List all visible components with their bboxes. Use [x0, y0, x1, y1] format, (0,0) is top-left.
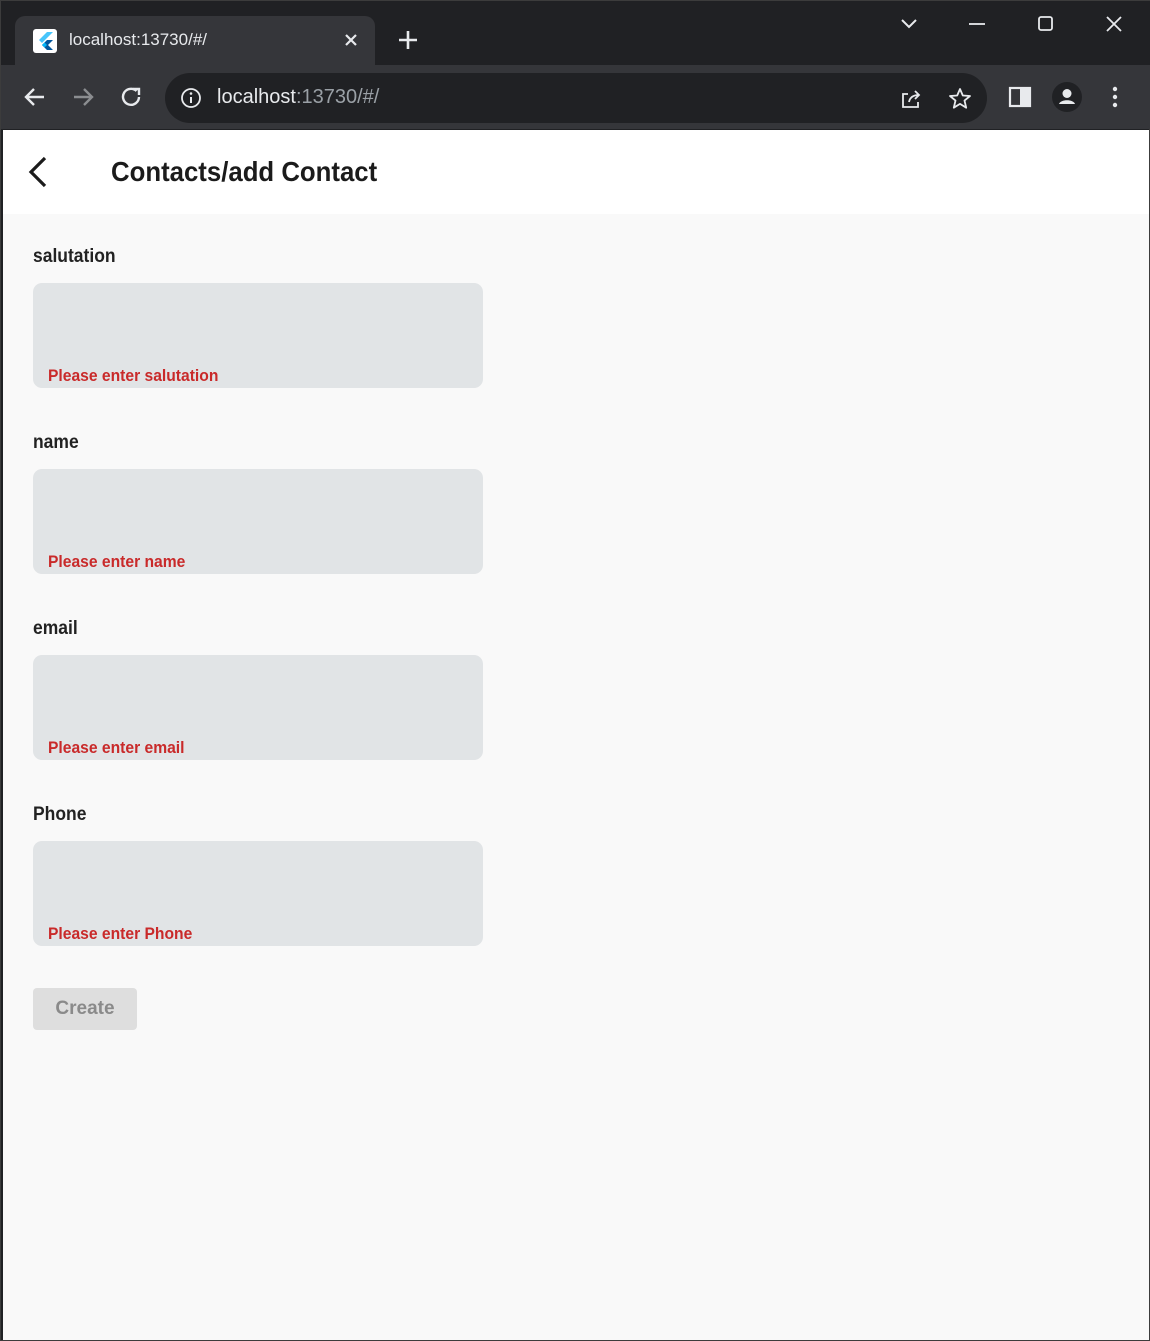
salutation-error: Please enter salutation: [48, 366, 219, 385]
salutation-label: salutation: [33, 246, 116, 267]
tab-search-chevron-icon[interactable]: [887, 9, 931, 41]
bookmark-star-icon[interactable]: [947, 86, 973, 112]
back-chevron-icon[interactable]: [21, 152, 57, 192]
phone-input[interactable]: Please enter Phone: [33, 841, 483, 946]
phone-label: Phone: [33, 804, 87, 825]
browser-toolbar: localhost:13730/#/: [1, 65, 1150, 129]
flutter-favicon-icon: [33, 29, 57, 53]
reload-icon[interactable]: [115, 81, 147, 113]
address-bar[interactable]: localhost:13730/#/: [165, 73, 987, 123]
browser-tab[interactable]: localhost:13730/#/: [15, 16, 375, 65]
maximize-icon[interactable]: [1023, 9, 1067, 41]
minimize-icon[interactable]: [955, 9, 999, 41]
back-arrow-icon[interactable]: [19, 81, 51, 113]
email-input[interactable]: Please enter email: [33, 655, 483, 760]
url-path: :13730/#/: [295, 86, 380, 108]
name-input[interactable]: Please enter name: [33, 469, 483, 574]
tab-title: localhost:13730/#/: [69, 30, 207, 49]
more-menu-icon[interactable]: [1099, 81, 1131, 113]
salutation-input[interactable]: Please enter salutation: [33, 283, 483, 388]
side-panel-icon[interactable]: [1004, 81, 1036, 113]
new-tab-plus-icon[interactable]: [393, 25, 423, 55]
tab-strip: localhost:13730/#/: [1, 1, 1150, 65]
page-title: Contacts/add Contact: [111, 156, 378, 187]
email-error: Please enter email: [48, 738, 185, 757]
profile-avatar-icon[interactable]: [1051, 81, 1083, 113]
window-close-icon[interactable]: [1092, 9, 1136, 41]
site-info-icon[interactable]: [179, 86, 203, 110]
url-text: localhost:13730/#/: [217, 86, 379, 109]
tab-close-icon[interactable]: [339, 28, 363, 52]
url-host: localhost: [217, 86, 296, 108]
forward-arrow-icon[interactable]: [67, 81, 99, 113]
name-label: name: [33, 432, 79, 453]
name-error: Please enter name: [48, 552, 186, 571]
email-label: email: [33, 618, 78, 639]
share-icon[interactable]: [898, 86, 924, 112]
browser-window: localhost:13730/#/ localhost:13730/#/ Co…: [0, 0, 1150, 1341]
phone-error: Please enter Phone: [48, 924, 193, 943]
app-bar: Contacts/add Contact: [3, 130, 1149, 214]
create-button[interactable]: Create: [33, 988, 137, 1030]
app-viewport: Contacts/add Contact salutation Please e…: [3, 130, 1149, 1340]
